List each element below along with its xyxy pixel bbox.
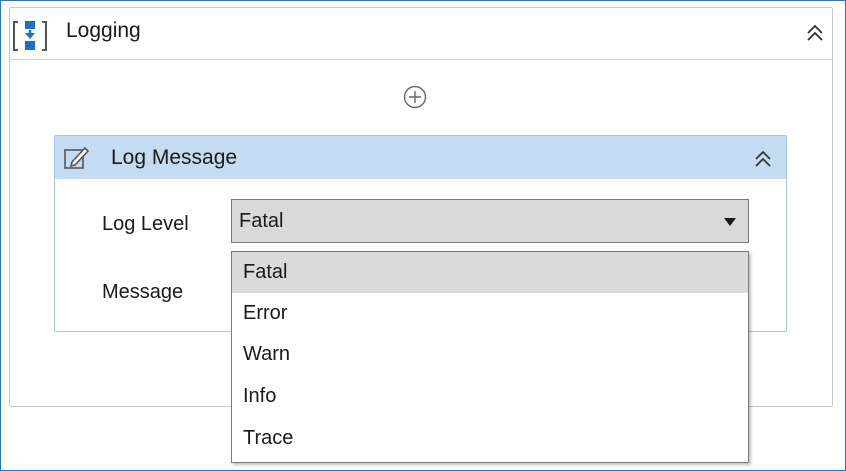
option-trace[interactable]: Trace — [232, 418, 748, 459]
log-message-title: Log Message — [111, 146, 238, 169]
logging-sequence-title: Logging — [66, 19, 141, 42]
log-level-value: Fatal — [239, 210, 284, 232]
plus-circle-icon — [403, 85, 427, 109]
option-error[interactable]: Error — [232, 293, 748, 334]
option-fatal[interactable]: Fatal — [232, 252, 748, 293]
double-chevron-up-icon — [755, 150, 771, 167]
log-level-select[interactable]: Fatal — [231, 199, 749, 243]
option-label: Info — [243, 385, 277, 407]
add-activity-button[interactable] — [402, 84, 428, 110]
dropdown-arrow-icon — [724, 218, 736, 226]
double-chevron-up-icon — [807, 24, 823, 41]
message-label: Message — [102, 281, 184, 303]
collapse-log-message-button[interactable] — [752, 148, 774, 170]
log-level-label: Log Level — [102, 213, 189, 235]
log-message-header[interactable]: Log Message — [55, 136, 786, 179]
option-label: Trace — [243, 427, 294, 449]
sequence-icon — [12, 18, 48, 54]
log-level-dropdown[interactable]: Fatal Error Warn Info Trace — [231, 251, 749, 463]
option-label: Warn — [243, 343, 291, 365]
logging-sequence-header[interactable]: Logging — [10, 8, 832, 60]
log-message-icon — [63, 145, 91, 171]
collapse-logging-button[interactable] — [804, 22, 826, 44]
option-info[interactable]: Info — [232, 376, 748, 417]
option-warn[interactable]: Warn — [232, 334, 748, 375]
option-label: Fatal — [243, 261, 288, 283]
option-label: Error — [243, 302, 288, 324]
